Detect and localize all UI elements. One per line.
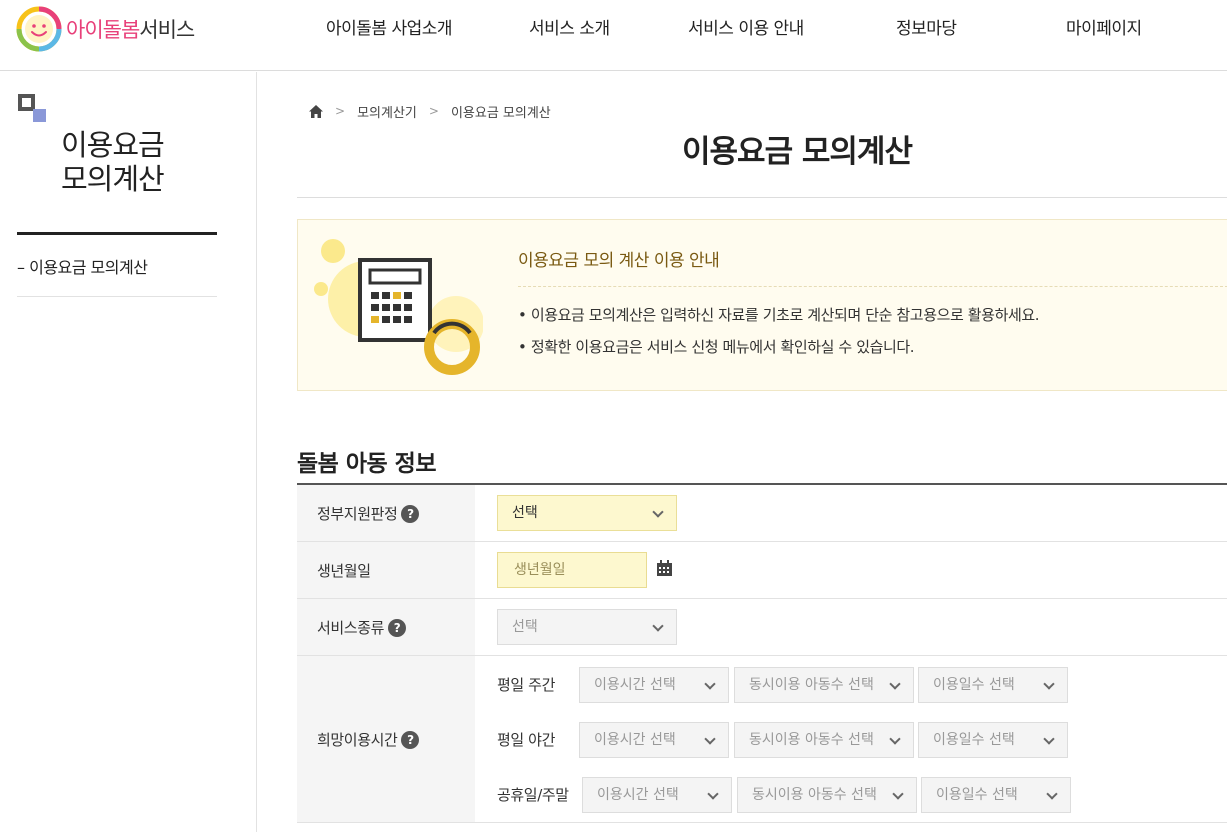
sidebar-title: 이용요금 모의계산 — [61, 128, 165, 196]
help-icon[interactable]: ? — [388, 618, 407, 637]
chevron-down-icon — [652, 506, 664, 518]
smiley-logo-icon — [16, 6, 62, 52]
chevron-down-icon — [652, 620, 664, 632]
notice-box: 이용요금 모의 계산 이용 안내 • 이용요금 모의계산은 입력하신 자료를 기… — [297, 219, 1227, 391]
weekday-day-children-select[interactable]: 동시이용 아동수 선택 — [734, 667, 914, 703]
holiday-children-select[interactable]: 동시이용 아동수 선택 — [737, 777, 917, 813]
site-logo[interactable]: 아이돌봄서비스 — [16, 6, 195, 52]
notice-divider — [518, 286, 1227, 287]
weekday-day-days-select[interactable]: 이용일수 선택 — [918, 667, 1068, 703]
notice-line: • 이용요금 모의계산은 입력하신 자료를 기초로 계산되며 단순 참고용으로 … — [518, 306, 1040, 324]
row-service-type: 서비스종류? 선택 — [297, 599, 1227, 656]
weekday-day-label: 평일 주간 — [497, 676, 555, 694]
section-title: 돌봄 아동 정보 — [297, 451, 436, 477]
gov-support-label: 정부지원판정? — [317, 503, 420, 524]
row-desired-time: 희망이용시간? 평일 주간 이용시간 선택 동시이용 아동수 선택 이용일수 선… — [297, 656, 1227, 823]
sidebar-divider — [17, 232, 217, 235]
holiday-time-select[interactable]: 이용시간 선택 — [582, 777, 732, 813]
nav-business-intro[interactable]: 아이돌봄 사업소개 — [326, 14, 453, 39]
dash-bullet-icon: – — [17, 258, 25, 277]
logo-text: 아이돌봄서비스 — [66, 18, 195, 42]
nav-service-guide[interactable]: 서비스 이용 안내 — [688, 14, 804, 39]
birthdate-label: 생년월일 — [317, 562, 371, 580]
breadcrumb: > 모의계산기 > 이용요금 모의계산 — [309, 102, 551, 121]
holiday-weekend-label: 공휴일/주말 — [497, 786, 569, 804]
chevron-down-icon — [892, 788, 904, 800]
squares-deco-icon — [16, 92, 48, 124]
holiday-days-select[interactable]: 이용일수 선택 — [921, 777, 1071, 813]
title-divider — [297, 197, 1227, 198]
breadcrumb-separator: > — [335, 104, 346, 118]
chevron-down-icon — [704, 733, 716, 745]
notice-title: 이용요금 모의 계산 이용 안내 — [518, 251, 720, 271]
birthdate-input[interactable]: 생년월일 — [497, 552, 647, 588]
sidebar-item-fee-calc[interactable]: – 이용요금 모의계산 — [17, 254, 148, 278]
calendar-icon[interactable] — [656, 560, 673, 577]
breadcrumb-calculator[interactable]: 모의계산기 — [357, 102, 417, 121]
breadcrumb-fee-calc[interactable]: 이용요금 모의계산 — [451, 102, 551, 121]
site-header: 아이돌봄서비스 아이돌봄 사업소개 서비스 소개 서비스 이용 안내 정보마당 … — [0, 0, 1227, 71]
sidebar: 이용요금 모의계산 – 이용요금 모의계산 — [0, 72, 257, 832]
weekday-night-time-select[interactable]: 이용시간 선택 — [579, 722, 729, 758]
help-icon[interactable]: ? — [401, 730, 420, 749]
gov-support-select[interactable]: 선택 — [497, 495, 677, 531]
nav-info[interactable]: 정보마당 — [896, 14, 957, 39]
sidebar-line — [17, 296, 217, 297]
chevron-down-icon — [889, 733, 901, 745]
home-icon[interactable] — [309, 104, 323, 118]
chevron-down-icon — [1046, 788, 1058, 800]
page-title: 이용요금 모의계산 — [682, 134, 913, 170]
desired-time-label: 희망이용시간? — [317, 729, 420, 750]
row-birthdate: 생년월일 생년월일 — [297, 542, 1227, 599]
weekday-night-children-select[interactable]: 동시이용 아동수 선택 — [734, 722, 914, 758]
weekday-night-label: 평일 야간 — [497, 731, 555, 749]
nav-service-intro[interactable]: 서비스 소개 — [529, 14, 610, 39]
help-icon[interactable]: ? — [401, 504, 420, 523]
weekday-night-days-select[interactable]: 이용일수 선택 — [918, 722, 1068, 758]
calculator-icon — [314, 239, 483, 375]
nav-mypage[interactable]: 마이페이지 — [1066, 14, 1142, 39]
chevron-down-icon — [1043, 678, 1055, 690]
notice-line: • 정확한 이용요금은 서비스 신청 메뉴에서 확인하실 수 있습니다. — [518, 338, 915, 356]
chevron-down-icon — [889, 678, 901, 690]
chevron-down-icon — [704, 678, 716, 690]
breadcrumb-separator: > — [428, 104, 439, 118]
service-type-select[interactable]: 선택 — [497, 609, 677, 645]
service-type-label: 서비스종류? — [317, 617, 407, 638]
row-gov-support: 정부지원판정? 선택 — [297, 485, 1227, 542]
chevron-down-icon — [1043, 733, 1055, 745]
sidebar-item-label: 이용요금 모의계산 — [29, 258, 148, 277]
weekday-day-time-select[interactable]: 이용시간 선택 — [579, 667, 729, 703]
chevron-down-icon — [707, 788, 719, 800]
